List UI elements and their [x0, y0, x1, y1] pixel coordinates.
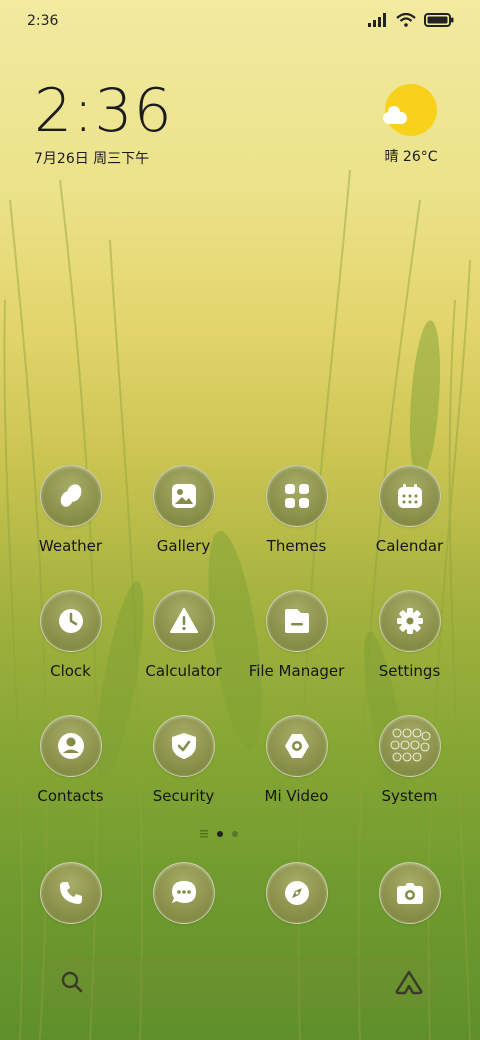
- app-themes[interactable]: Themes: [240, 465, 353, 555]
- app-label: Settings: [378, 662, 441, 680]
- app-label: Security: [152, 787, 215, 805]
- shield-icon: [152, 715, 215, 777]
- dock-messages[interactable]: [127, 862, 240, 924]
- page-dot-active[interactable]: [217, 831, 223, 837]
- app-calculator[interactable]: Calculator: [127, 590, 240, 680]
- message-icon: [152, 862, 215, 924]
- calendar-icon: [378, 465, 441, 527]
- app-label: System: [381, 787, 438, 805]
- assistant-icon[interactable]: [394, 969, 424, 995]
- app-label: Mi Video: [264, 787, 329, 805]
- folder-grid-icon: [378, 715, 441, 777]
- clock-icon: [39, 590, 102, 652]
- status-time: 2:36: [27, 13, 59, 29]
- clock-widget[interactable]: 2:36 7月26日 周三下午: [34, 80, 173, 168]
- contacts-icon: [39, 715, 102, 777]
- dock-browser[interactable]: [240, 862, 353, 924]
- video-icon: [265, 715, 328, 777]
- app-label: File Manager: [248, 662, 345, 680]
- weather-icon: [39, 465, 102, 527]
- app-contacts[interactable]: Contacts: [14, 715, 127, 805]
- app-label: Clock: [50, 662, 91, 680]
- phone-icon: [39, 862, 102, 924]
- app-label: Contacts: [37, 787, 104, 805]
- status-bar: 2:36: [0, 0, 480, 42]
- app-label: Calculator: [145, 662, 222, 680]
- browser-icon: [265, 862, 328, 924]
- app-label: Themes: [266, 537, 327, 555]
- app-clock[interactable]: Clock: [14, 590, 127, 680]
- app-file-manager[interactable]: File Manager: [240, 590, 353, 680]
- dock-phone[interactable]: [14, 862, 127, 924]
- weather-widget[interactable]: 晴 26°C: [376, 84, 446, 166]
- clock-time: 2:36: [34, 76, 173, 146]
- battery-icon: [424, 13, 454, 27]
- app-weather[interactable]: Weather: [14, 465, 127, 555]
- app-label: Calendar: [375, 537, 444, 555]
- app-label: Gallery: [156, 537, 211, 555]
- page-indicator: [200, 830, 238, 838]
- camera-icon: [378, 862, 441, 924]
- signal-icon: [368, 13, 386, 27]
- folder-icon: [265, 590, 328, 652]
- calculator-icon: [152, 590, 215, 652]
- menu-lines-icon: [200, 830, 208, 838]
- clock-date: 7月26日 周三下午: [34, 151, 150, 167]
- dock-camera[interactable]: [353, 862, 466, 924]
- search-bar[interactable]: [38, 956, 442, 1008]
- page-dot[interactable]: [232, 831, 238, 837]
- wifi-icon: [396, 13, 416, 27]
- app-label: Weather: [38, 537, 103, 555]
- app-settings[interactable]: Settings: [353, 590, 466, 680]
- sunny-cloud-icon: [383, 84, 437, 136]
- themes-icon: [265, 465, 328, 527]
- search-icon: [61, 971, 83, 993]
- gallery-icon: [152, 465, 215, 527]
- app-security[interactable]: Security: [127, 715, 240, 805]
- app-gallery[interactable]: Gallery: [127, 465, 240, 555]
- app-system-folder[interactable]: System: [353, 715, 466, 805]
- app-mi-video[interactable]: Mi Video: [240, 715, 353, 805]
- gear-icon: [378, 590, 441, 652]
- app-calendar[interactable]: Calendar: [353, 465, 466, 555]
- weather-condition-temp: 晴 26°C: [384, 149, 438, 165]
